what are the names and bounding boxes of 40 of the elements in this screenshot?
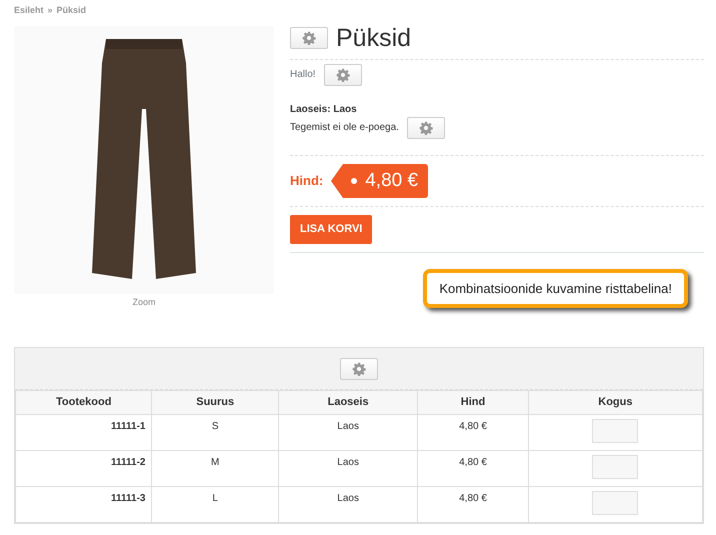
price-label: Hind: xyxy=(290,172,324,190)
table-cell: 4,80 € xyxy=(418,414,528,450)
column-header: Hind xyxy=(418,390,528,414)
table-cell: Laos xyxy=(278,486,418,522)
settings-icon xyxy=(418,120,433,134)
add-to-cart-button[interactable]: LISA KORVI xyxy=(290,215,372,244)
column-header: Tootekood xyxy=(16,390,152,414)
settings-icon xyxy=(336,68,350,82)
quantity-field[interactable] xyxy=(592,454,638,478)
column-header: Laoseis xyxy=(278,390,418,414)
table-cell: S xyxy=(152,414,278,450)
quantity-field[interactable] xyxy=(592,418,638,442)
settings-button[interactable] xyxy=(324,64,362,86)
price-value: 4,80 € xyxy=(365,168,418,192)
breadcrumb-separator: » xyxy=(48,4,53,17)
stock-status: Laoseis: Laos xyxy=(290,102,358,116)
table-cell: M xyxy=(152,450,278,486)
table-cell: 4,80 € xyxy=(418,450,528,486)
zoom-link[interactable]: Zoom xyxy=(14,296,274,309)
table-cell: 11111-2 xyxy=(16,450,152,486)
column-header: Suurus xyxy=(152,390,278,414)
settings-button[interactable] xyxy=(340,358,378,380)
settings-button[interactable] xyxy=(406,116,445,138)
callout-note: Kombinatsioonide kuvamine risttabelina! xyxy=(423,268,688,308)
table-cell: Laos xyxy=(278,414,418,450)
table-cell: Laos xyxy=(278,450,418,486)
table-cell: 11111-1 xyxy=(16,414,152,450)
settings-icon xyxy=(302,31,316,45)
column-header: Kogus xyxy=(528,390,702,414)
settings-button[interactable] xyxy=(290,27,328,49)
product-title: Püksid xyxy=(336,26,412,50)
table-cell: L xyxy=(152,486,278,522)
settings-icon xyxy=(352,362,366,376)
table-cell: 4,80 € xyxy=(418,486,528,522)
short-description: Hallo! xyxy=(290,68,316,82)
product-note: Tegemist ei ole e-poega. xyxy=(290,121,399,135)
breadcrumb-link[interactable]: Püksid xyxy=(56,4,86,18)
table-cell: 11111-3 xyxy=(16,486,152,522)
breadcrumb-link[interactable]: Esileht xyxy=(14,4,44,18)
quantity-field[interactable] xyxy=(592,490,638,514)
